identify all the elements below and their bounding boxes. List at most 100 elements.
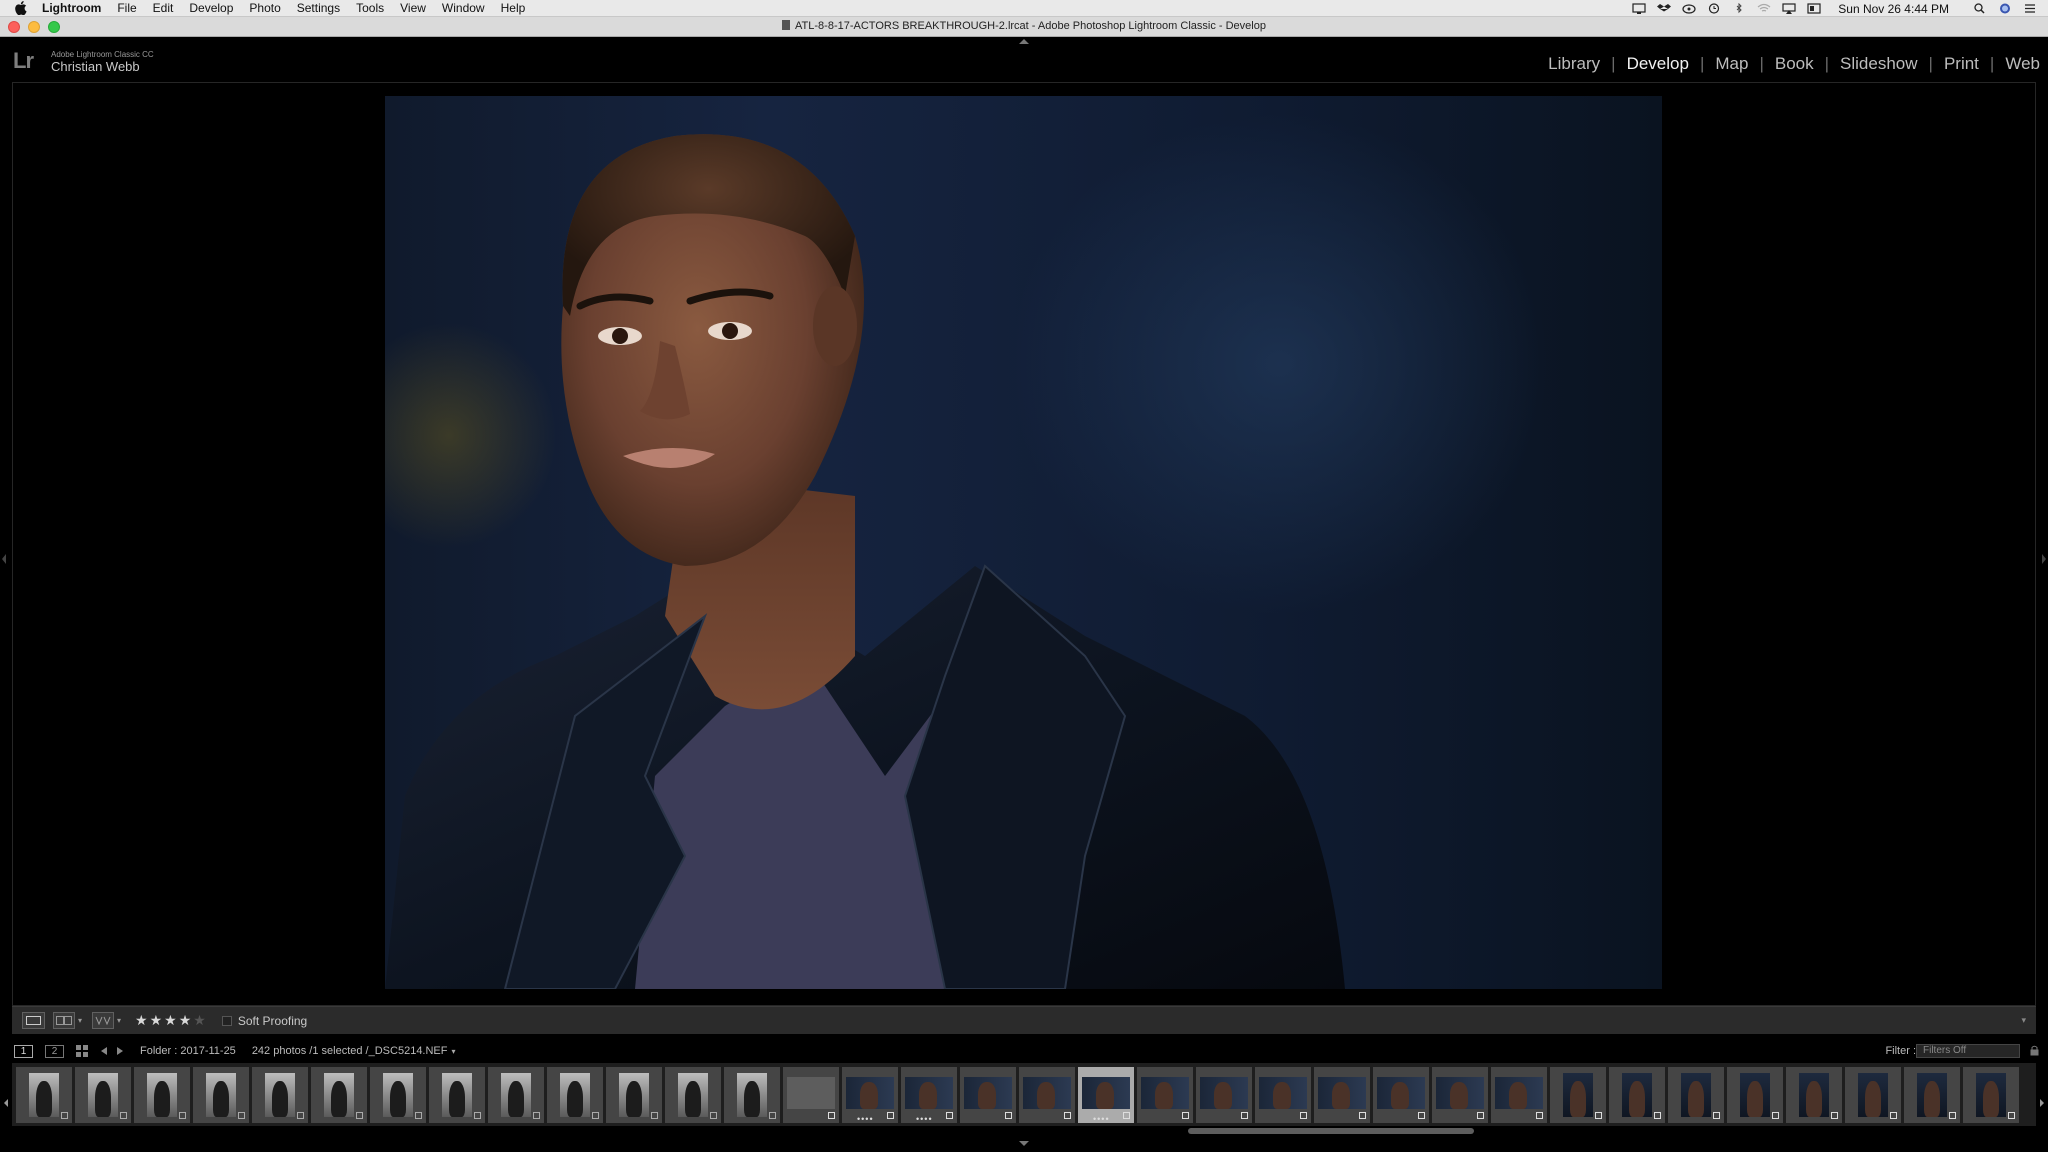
top-panel-collapse-icon[interactable]: [1018, 38, 1030, 44]
filmstrip-thumbnail[interactable]: [1196, 1066, 1252, 1123]
right-panel-expand-icon[interactable]: [2041, 553, 2047, 565]
menu-app-lightroom[interactable]: Lightroom: [42, 0, 101, 17]
filmstrip-source-dropdown-icon[interactable]: ▾: [452, 1047, 456, 1056]
filmstrip-thumbnail[interactable]: ••••: [1078, 1066, 1134, 1123]
filmstrip-thumbnail[interactable]: ••••: [842, 1066, 898, 1123]
reference-view-button[interactable]: [92, 1012, 115, 1029]
filmstrip[interactable]: •••• •••• ••••: [12, 1063, 2036, 1126]
filmstrip-scrollbar[interactable]: [1188, 1128, 1474, 1134]
rating-star-2[interactable]: ★: [150, 1012, 163, 1029]
filmstrip-thumbnail[interactable]: [1609, 1066, 1665, 1123]
menu-tools[interactable]: Tools: [356, 0, 384, 17]
rating-star-3[interactable]: ★: [164, 1012, 177, 1029]
menu-view[interactable]: View: [400, 0, 426, 17]
menu-extra-icon[interactable]: [1807, 3, 1821, 14]
toolbar-content-menu-icon[interactable]: ▾: [2021, 1015, 2026, 1026]
menu-photo[interactable]: Photo: [249, 0, 280, 17]
navigate-back-icon[interactable]: [98, 1046, 108, 1056]
airplay-icon[interactable]: [1782, 3, 1796, 14]
menu-window[interactable]: Window: [442, 0, 485, 17]
filmstrip-thumbnail[interactable]: [1845, 1066, 1901, 1123]
before-after-view-button[interactable]: [53, 1012, 75, 1029]
main-photo[interactable]: [385, 96, 1662, 989]
filter-lock-icon[interactable]: [2030, 1045, 2039, 1056]
filmstrip-thumbnail[interactable]: [134, 1066, 190, 1123]
rating-star-5[interactable]: ★: [193, 1012, 206, 1029]
left-panel-expand-icon[interactable]: [1, 553, 7, 565]
filmstrip-thumbnail[interactable]: [16, 1066, 72, 1123]
navigate-forward-icon[interactable]: [116, 1046, 126, 1056]
filmstrip-scroll-right-icon[interactable]: [2039, 1098, 2045, 1108]
before-after-dropdown-icon[interactable]: ▾: [78, 1016, 82, 1025]
filmstrip-thumbnail[interactable]: [1314, 1066, 1370, 1123]
grid-view-icon[interactable]: [76, 1045, 88, 1057]
rating-star-4[interactable]: ★: [179, 1012, 192, 1029]
filmstrip-thumbnail[interactable]: [193, 1066, 249, 1123]
module-print[interactable]: Print: [1944, 54, 1979, 74]
main-window-button[interactable]: 1: [14, 1044, 33, 1058]
soft-proofing-label[interactable]: Soft Proofing: [238, 1014, 307, 1028]
filmstrip-thumbnail[interactable]: [1786, 1066, 1842, 1123]
filmstrip-count[interactable]: 242 photos /1 selected /_DSC5214.NEF: [252, 1045, 448, 1057]
menubar-clock[interactable]: Sun Nov 26 4:44 PM: [1838, 2, 1949, 16]
reference-view-dropdown-icon[interactable]: ▾: [117, 1016, 121, 1025]
develop-settings-badge-icon: [356, 1111, 363, 1119]
menu-develop[interactable]: Develop: [189, 0, 233, 17]
filmstrip-thumbnail[interactable]: [75, 1066, 131, 1123]
filmstrip-thumbnail[interactable]: [488, 1066, 544, 1123]
rating-star-1[interactable]: ★: [135, 1012, 148, 1029]
module-library[interactable]: Library: [1548, 54, 1600, 74]
filmstrip-thumbnail[interactable]: [1550, 1066, 1606, 1123]
module-slideshow[interactable]: Slideshow: [1840, 54, 1918, 74]
filmstrip-thumbnail[interactable]: [1432, 1066, 1488, 1123]
filmstrip-thumbnail[interactable]: [1019, 1066, 1075, 1123]
bluetooth-icon[interactable]: [1732, 3, 1746, 14]
star-rating[interactable]: ★ ★ ★ ★ ★: [135, 1012, 208, 1029]
filmstrip-collapse-icon[interactable]: [1018, 1141, 1030, 1147]
filmstrip-thumbnail[interactable]: [252, 1066, 308, 1123]
filmstrip-thumbnail[interactable]: [1963, 1066, 2019, 1123]
filmstrip-thumbnail[interactable]: [1255, 1066, 1311, 1123]
module-book[interactable]: Book: [1775, 54, 1814, 74]
filmstrip-thumbnail[interactable]: [547, 1066, 603, 1123]
wifi-icon[interactable]: [1757, 3, 1771, 14]
filmstrip-thumbnail[interactable]: [1668, 1066, 1724, 1123]
filmstrip-thumbnail[interactable]: [1491, 1066, 1547, 1123]
search-icon[interactable]: [1973, 3, 1987, 14]
soft-proofing-checkbox[interactable]: [221, 1015, 232, 1026]
menu-edit[interactable]: Edit: [153, 0, 174, 17]
time-machine-icon[interactable]: [1707, 3, 1721, 14]
siri-icon[interactable]: [1998, 3, 2012, 14]
apple-menu-icon[interactable]: [14, 1, 28, 15]
filmstrip-source[interactable]: Folder : 2017-11-25: [140, 1045, 236, 1057]
filmstrip-thumbnail[interactable]: [1904, 1066, 1960, 1123]
filmstrip-thumbnail[interactable]: [960, 1066, 1016, 1123]
filmstrip-thumbnail[interactable]: [606, 1066, 662, 1123]
module-web[interactable]: Web: [2005, 54, 2040, 74]
loupe-view-button[interactable]: [22, 1012, 45, 1029]
develop-settings-badge-icon: [1182, 1111, 1189, 1119]
filmstrip-thumbnail[interactable]: [370, 1066, 426, 1123]
dropbox-icon[interactable]: [1657, 3, 1672, 14]
menu-file[interactable]: File: [117, 0, 136, 17]
menu-help[interactable]: Help: [501, 0, 526, 17]
menu-settings[interactable]: Settings: [297, 0, 340, 17]
secondary-window-button[interactable]: 2: [45, 1044, 64, 1058]
filmstrip-thumbnail[interactable]: [665, 1066, 721, 1123]
filmstrip-scroll-left-icon[interactable]: [3, 1098, 9, 1108]
module-develop[interactable]: Develop: [1627, 54, 1689, 74]
filmstrip-thumbnail[interactable]: [724, 1066, 780, 1123]
window-titlebar: ATL-8-8-17-ACTORS BREAKTHROUGH-2.lrcat -…: [0, 17, 2048, 37]
filmstrip-thumbnail[interactable]: [783, 1066, 839, 1123]
list-icon[interactable]: [2023, 3, 2037, 14]
cloud-icon[interactable]: [1682, 3, 1696, 14]
filmstrip-thumbnail[interactable]: [1373, 1066, 1429, 1123]
display-icon[interactable]: [1632, 3, 1646, 14]
filmstrip-thumbnail[interactable]: ••••: [901, 1066, 957, 1123]
filmstrip-thumbnail[interactable]: [1727, 1066, 1783, 1123]
filmstrip-thumbnail[interactable]: [311, 1066, 367, 1123]
filter-select[interactable]: Filters Off: [1916, 1044, 2020, 1058]
filmstrip-thumbnail[interactable]: [429, 1066, 485, 1123]
filmstrip-thumbnail[interactable]: [1137, 1066, 1193, 1123]
module-map[interactable]: Map: [1715, 54, 1748, 74]
